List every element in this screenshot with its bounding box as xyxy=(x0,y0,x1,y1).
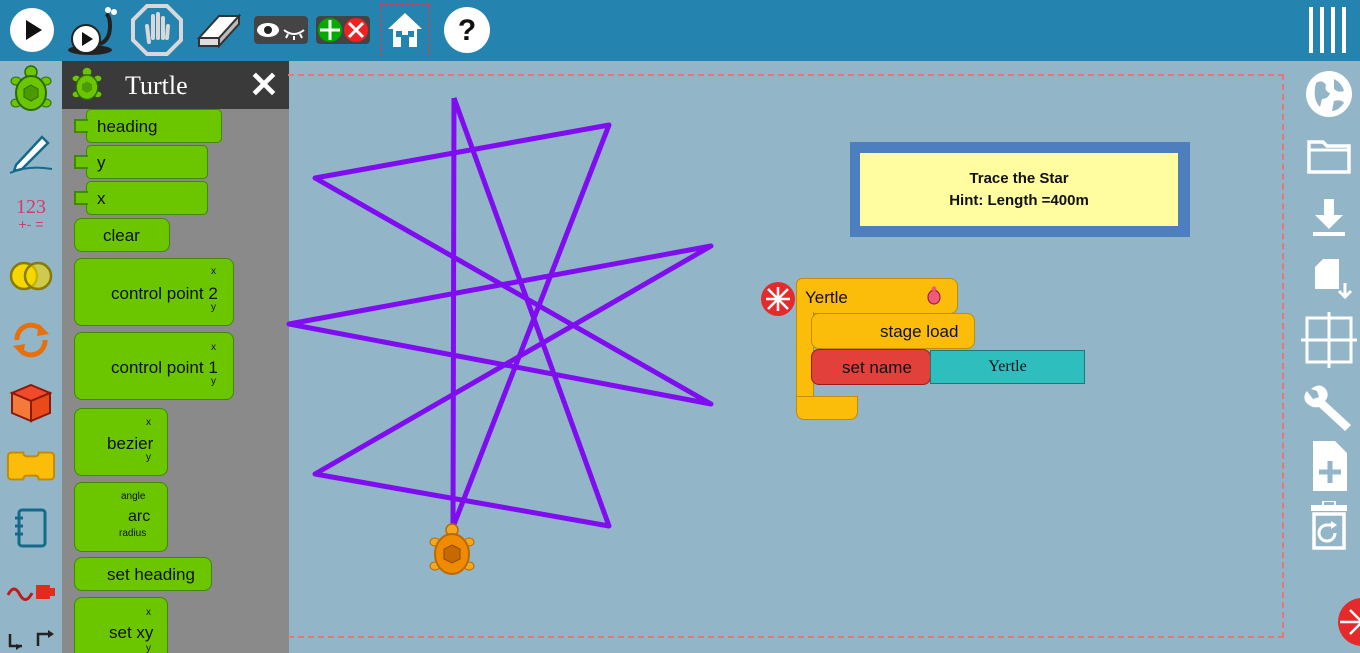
turtle-canvas xyxy=(286,97,714,530)
hint-title: Trace the Star xyxy=(969,169,1069,187)
hint-note: Trace the Star Hint: Length =400m xyxy=(860,153,1178,226)
start-block[interactable]: Yertle xyxy=(796,278,958,314)
set-name-block[interactable]: set name xyxy=(811,349,931,385)
hint-text: Hint: Length =400m xyxy=(949,191,1089,209)
settings-wrench-icon[interactable] xyxy=(1298,381,1360,431)
star-drawing xyxy=(286,97,714,530)
start-block-foot xyxy=(796,396,858,420)
set-name-label: set name xyxy=(842,358,912,377)
turtle-icon xyxy=(925,286,943,311)
start-block-label: Yertle xyxy=(805,288,848,307)
stage-load-label: stage load xyxy=(880,322,959,341)
save-download-icon[interactable] xyxy=(1298,191,1360,241)
expand-stack-icon[interactable] xyxy=(1336,597,1360,652)
name-value-block[interactable]: Yertle xyxy=(930,350,1085,384)
new-file-icon[interactable] xyxy=(1298,441,1360,491)
export-file-icon[interactable] xyxy=(1298,253,1360,303)
grid-icon[interactable] xyxy=(1298,312,1360,368)
turtle-sprite[interactable] xyxy=(428,522,476,585)
hint-box: Trace the Star Hint: Length =400m xyxy=(850,142,1190,237)
globe-icon[interactable] xyxy=(1298,69,1360,119)
open-folder-icon[interactable] xyxy=(1298,131,1360,181)
stage-load-block[interactable]: stage load xyxy=(811,313,975,349)
collapse-stack-icon[interactable] xyxy=(760,281,796,322)
restore-trash-icon[interactable] xyxy=(1298,501,1360,551)
aux-toolbar xyxy=(1298,61,1360,653)
